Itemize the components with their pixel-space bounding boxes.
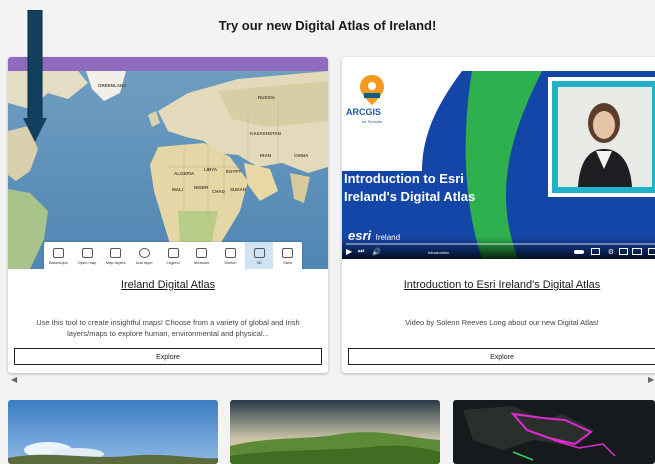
page-title: Try our new Digital Atlas of Ireland! [218,18,437,33]
map-label: SUDAN [230,187,246,192]
next-icon[interactable]: ⏭ [358,248,364,256]
map-label: CHINA [294,153,309,158]
toolbar-save-button[interactable]: Save [273,242,302,269]
atlas-card-description: Use this tool to create insightful maps!… [36,318,300,338]
fullscreen-icon[interactable] [648,248,655,255]
map-label: MALI [172,187,183,192]
video-card-title-link[interactable]: Introduction to Esri Ireland's Digital A… [342,279,655,291]
toolbar-label: Save [283,259,293,265]
video-card-description: Video by Solenn Reeves Long about our ne… [405,318,599,327]
landscape-card-thumbnail[interactable] [8,400,218,464]
video-controls: ▶ ⏭ 🔊 Introduction ⚙ [342,237,655,259]
toolbar-label: Basemaps [48,259,68,265]
carousel-scroll-left-icon[interactable]: ◀ [11,375,17,384]
toolbar-open-map-button[interactable]: Open map [73,242,102,269]
world-map-image: GREENLAND RUSSIA KAZAKHSTAN CHINA ALGERI… [8,71,328,269]
video-progress-bar[interactable] [346,243,655,245]
toolbar-label: Legend [166,259,180,265]
arcgis-logo-subtext: for Schools [362,119,383,124]
map-label: CHAD [212,189,226,194]
layers-icon [110,247,122,258]
video-chapter: Introduction [428,250,449,255]
map-label: LIBYA [204,167,218,172]
map-label: EGYPT [226,169,242,174]
3d-icon [253,247,265,258]
open-map-icon [81,247,93,258]
map-label: ALGERIA [174,171,195,176]
volume-icon[interactable]: 🔊 [372,248,381,256]
toolbar-label: 3D [256,259,262,265]
arcgis-logo-text: ARCGIS [346,107,382,117]
theater-icon[interactable] [632,248,642,255]
down-arrow-icon [23,10,47,142]
video-headline-line1: Introduction to Esri [344,171,464,186]
satellite-map-image [453,400,655,464]
toolbar-label: Open map [77,259,97,265]
save-icon [282,247,294,258]
autoplay-toggle[interactable] [574,250,584,254]
add-layer-icon [138,247,150,258]
map-label: GREENLAND [98,83,127,88]
toolbar-sketch-button[interactable]: Sketch [216,242,245,269]
video-player[interactable]: ARCGIS for Schools Introduction to Esri … [342,71,655,259]
toolbar-3d-button[interactable]: 3D [244,242,274,269]
card-accent-bar [8,57,328,71]
legend-icon [167,247,179,258]
play-icon[interactable]: ▶ [346,247,352,256]
atlas-card[interactable]: GREENLAND RUSSIA KAZAKHSTAN CHINA ALGERI… [8,57,328,373]
basemap-icon [52,247,64,258]
map-label: RUSSIA [258,95,276,100]
video-headline-line2: Ireland's Digital Atlas [344,189,476,204]
toolbar-basemaps-button[interactable]: Basemaps [44,242,73,269]
toolbar-label: Add layer [135,259,153,265]
settings-icon[interactable]: ⚙ [608,248,614,256]
atlas-map-preview[interactable]: GREENLAND RUSSIA KAZAKHSTAN CHINA ALGERI… [8,71,328,269]
map-toolbar: Basemaps Open map Map layers Add layer L… [44,242,302,269]
map-label: IRAN [260,153,271,158]
toolbar-legend-button[interactable]: Legend [159,242,188,269]
toolbar-label: Map layers [105,259,126,265]
hills-image [230,400,440,464]
map-label: NIGER [194,185,209,190]
toolbar-add-layer-button[interactable]: Add layer [130,242,159,269]
atlas-card-title-link[interactable]: Ireland Digital Atlas [8,279,328,291]
video-card[interactable]: ARCGIS for Schools Introduction to Esri … [342,57,655,373]
sky-image [8,400,218,464]
map-label: KAZAKHSTAN [250,131,281,136]
carousel-scroll-right-icon[interactable]: ▶ [648,375,654,384]
toolbar-measure-button[interactable]: Measure [187,242,216,269]
toolbar-label: Sketch [224,259,237,265]
miniplayer-icon[interactable] [619,248,628,255]
measure-icon [196,247,208,258]
toolbar-label: Measure [193,259,210,265]
video-explore-button[interactable]: Explore [348,348,655,365]
atlas-explore-button[interactable]: Explore [14,348,322,365]
toolbar-map-layers-button[interactable]: Map layers [101,242,130,269]
captions-icon[interactable] [591,248,600,255]
sketch-icon [224,247,236,258]
satellite-card-thumbnail[interactable] [453,400,655,464]
hills-card-thumbnail[interactable] [230,400,440,464]
